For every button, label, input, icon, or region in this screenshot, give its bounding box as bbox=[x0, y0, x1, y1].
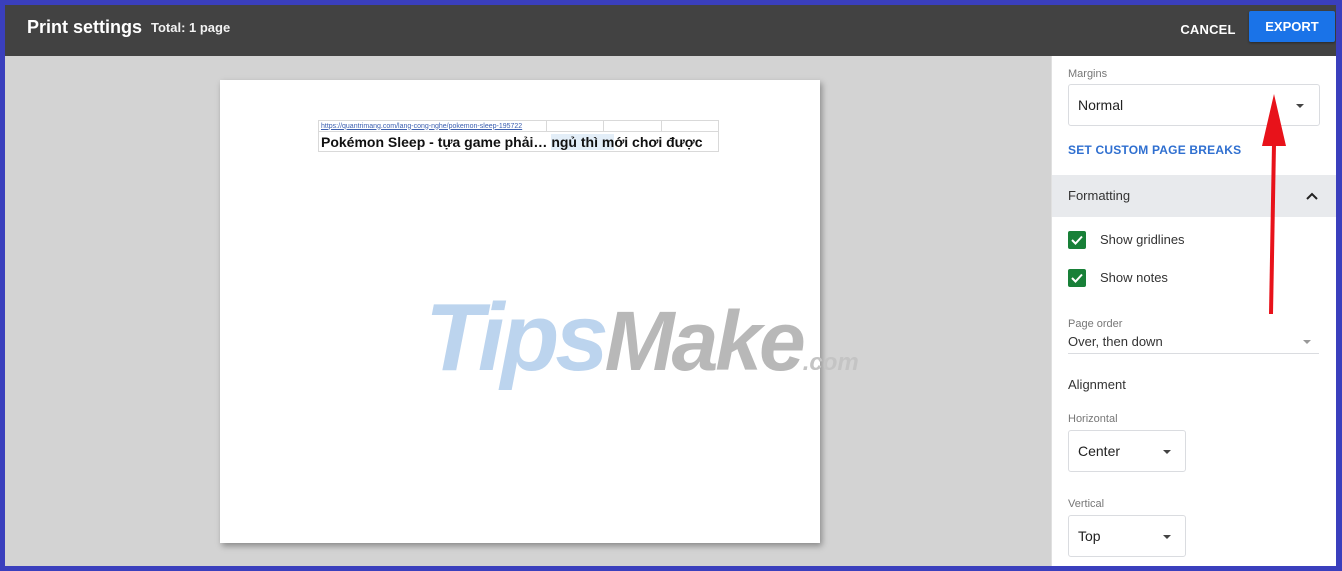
page-count: Total: 1 page bbox=[151, 20, 231, 35]
horizontal-label: Horizontal bbox=[1068, 413, 1118, 425]
page-title: Print settings bbox=[27, 17, 143, 37]
vertical-align-select[interactable]: Top bbox=[1068, 515, 1186, 557]
dropdown-arrow-icon bbox=[1163, 450, 1171, 454]
export-button[interactable]: EXPORT bbox=[1249, 11, 1335, 42]
margins-value: Normal bbox=[1078, 97, 1124, 113]
dropdown-arrow-icon bbox=[1296, 104, 1304, 108]
vertical-label: Vertical bbox=[1068, 498, 1105, 510]
sheet-preview-table: https://quantrimang.com/lang-cong-nghe/p… bbox=[318, 120, 719, 152]
chevron-up-icon bbox=[1306, 192, 1318, 200]
checkbox-checked-icon bbox=[1068, 269, 1086, 287]
print-preview-area: https://quantrimang.com/lang-cong-nghe/p… bbox=[5, 56, 1051, 566]
dropdown-arrow-icon bbox=[1303, 340, 1311, 344]
set-custom-page-breaks-button[interactable]: SET CUSTOM PAGE BREAKS bbox=[1068, 143, 1241, 157]
vertical-value: Top bbox=[1078, 528, 1101, 544]
page-order-value: Over, then down bbox=[1068, 334, 1163, 349]
settings-sidebar: Margins Normal SET CUSTOM PAGE BREAKS Fo… bbox=[1051, 56, 1336, 566]
app-window: Print settings Total: 1 page CANCEL EXPO… bbox=[5, 5, 1336, 566]
horizontal-align-select[interactable]: Center bbox=[1068, 430, 1186, 472]
horizontal-value: Center bbox=[1078, 443, 1121, 459]
checkbox-checked-icon bbox=[1068, 231, 1086, 249]
preview-page: https://quantrimang.com/lang-cong-nghe/p… bbox=[220, 80, 820, 543]
dropdown-arrow-icon bbox=[1163, 535, 1171, 539]
formatting-label: Formatting bbox=[1068, 188, 1131, 203]
formatting-section-toggle[interactable]: Formatting bbox=[1052, 175, 1336, 217]
alignment-heading: Alignment bbox=[1068, 377, 1126, 392]
header-bar: Print settings Total: 1 page CANCEL EXPO… bbox=[5, 5, 1336, 56]
table-row: Pokémon Sleep - tựa game phải… ngủ thì m… bbox=[318, 131, 719, 152]
margins-label: Margins bbox=[1068, 68, 1108, 80]
show-notes-checkbox[interactable]: Show notes bbox=[1068, 269, 1268, 289]
cancel-button[interactable]: CANCEL bbox=[1173, 11, 1243, 47]
margins-select[interactable]: Normal bbox=[1068, 84, 1320, 126]
link-cell: https://quantrimang.com/lang-cong-nghe/p… bbox=[318, 120, 547, 132]
show-gridlines-checkbox[interactable]: Show gridlines bbox=[1068, 231, 1268, 251]
page-order-select[interactable]: Over, then down bbox=[1068, 334, 1319, 354]
table-row: https://quantrimang.com/lang-cong-nghe/p… bbox=[318, 120, 719, 132]
title-cell: Pokémon Sleep - tựa game phải… ngủ thì m… bbox=[318, 131, 719, 152]
page-order-label: Page order bbox=[1068, 318, 1123, 330]
